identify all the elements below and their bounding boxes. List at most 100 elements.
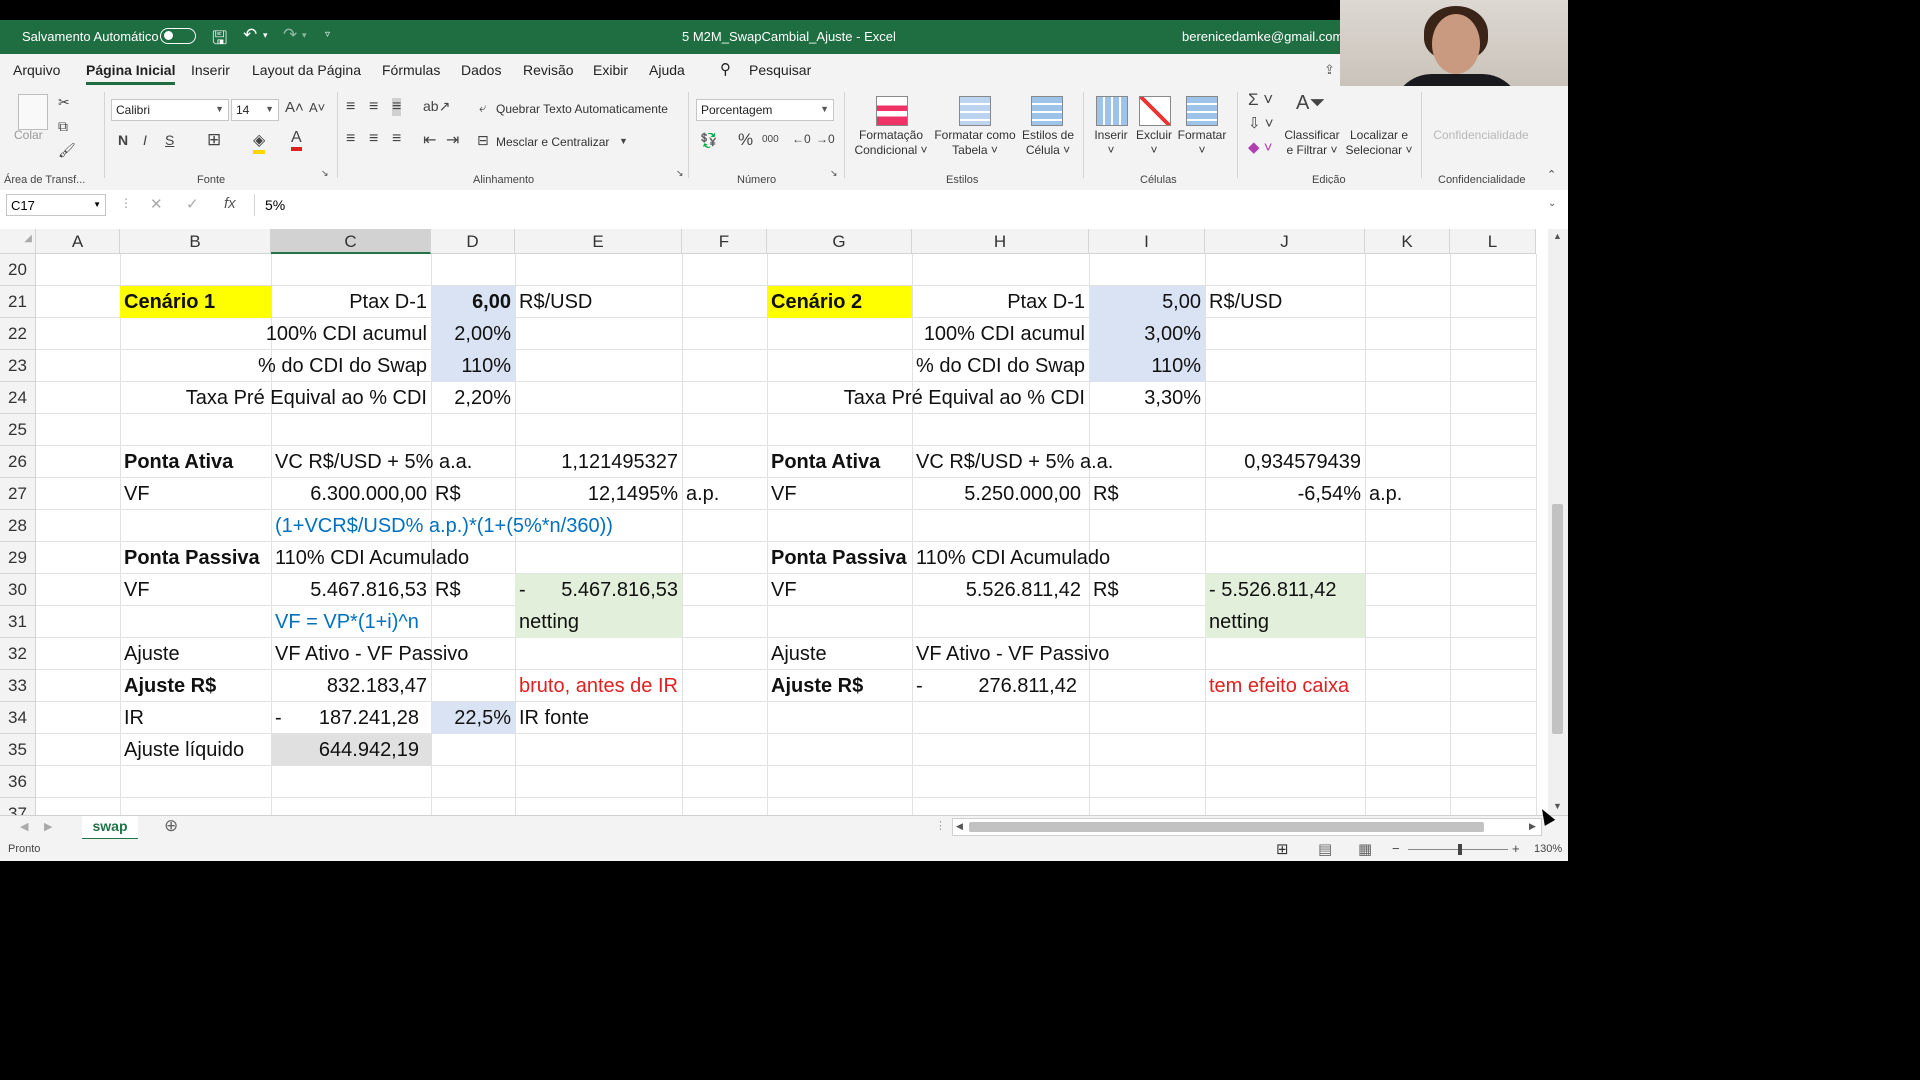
row-header[interactable]: 33 (0, 670, 36, 702)
user-account[interactable]: berenicedamke@gmail.com (1182, 29, 1343, 44)
cell-C24[interactable]: Taxa Pré Equival ao % CDI (120, 382, 431, 414)
decrease-indent-icon[interactable]: ⇤ (423, 130, 436, 150)
page-break-view-icon[interactable]: ▦ (1358, 840, 1372, 858)
column-header[interactable]: B (120, 229, 271, 254)
cell-C21[interactable]: Ptax D-1 (271, 286, 431, 318)
cell-C28[interactable]: (1+VCR$/USD% a.p.)*(1+(5%*n/360)) (271, 510, 681, 542)
cell-B32[interactable]: Ajuste (120, 638, 271, 670)
align-left-icon[interactable]: ≡ (346, 130, 355, 148)
cell-J30[interactable]: - 5.526.811,42 (1205, 574, 1365, 606)
font-color-icon[interactable]: A (291, 129, 302, 151)
fill-icon[interactable]: ⇩ ˅ (1248, 114, 1274, 132)
horizontal-scrollbar[interactable]: ◀ ▶ (952, 818, 1542, 836)
conditional-format-icon[interactable] (876, 96, 908, 126)
column-header[interactable]: I (1089, 229, 1205, 254)
tab-layout[interactable]: Layout da Página (252, 62, 361, 78)
insert-cells-button[interactable]: Inserir ˅ (1090, 128, 1132, 158)
tab-splitter-icon[interactable]: ⋮ (935, 819, 946, 832)
borders-icon[interactable]: ⊞ (207, 130, 221, 150)
chevron-down-icon[interactable]: ▼ (619, 136, 628, 146)
cell-H22[interactable]: 100% CDI acumul (767, 318, 1089, 350)
format-cells-icon[interactable] (1186, 96, 1218, 126)
tab-dados[interactable]: Dados (461, 62, 501, 78)
align-right-icon[interactable]: ≡ (392, 130, 401, 148)
cell-C27[interactable]: 6.300.000,00 (271, 478, 431, 510)
align-top-icon[interactable]: ≡ (346, 98, 355, 116)
cell-J21[interactable]: R$/USD (1205, 286, 1365, 318)
row-header[interactable]: 27 (0, 478, 36, 510)
orientation-icon[interactable]: ab↗ (423, 98, 450, 115)
cell-B21[interactable]: Cenário 1 (120, 286, 271, 318)
cell-J27[interactable]: -6,54% (1205, 478, 1365, 510)
cell-D27[interactable]: R$ (431, 478, 515, 510)
customize-toolbar-icon[interactable]: ▿ (325, 29, 330, 40)
autosave-toggle[interactable] (160, 28, 196, 44)
cell-J26[interactable]: 0,934579439 (1205, 446, 1365, 478)
font-size-combo[interactable]: 14 ▼ (231, 99, 279, 121)
cell-B35[interactable]: Ajuste líquido (120, 734, 271, 766)
enter-icon[interactable]: ✓ (186, 195, 199, 213)
cell-H30[interactable]: 5.526.811,42 (912, 574, 1089, 606)
cell-E26[interactable]: 1,121495327 (515, 446, 682, 478)
cell-G21[interactable]: Cenário 2 (767, 286, 912, 318)
cell-B33[interactable]: Ajuste R$ (120, 670, 271, 702)
format-painter-icon[interactable]: 🖌 (58, 142, 76, 159)
row-header[interactable]: 24 (0, 382, 36, 414)
cell-H27[interactable]: 5.250.000,00 (912, 478, 1089, 510)
row-header[interactable]: 31 (0, 606, 36, 638)
cell-C35[interactable]: 644.942,19 (271, 734, 431, 766)
bold-icon[interactable]: N (118, 132, 128, 148)
cell-F27[interactable]: a.p. (682, 478, 767, 510)
row-header[interactable]: 36 (0, 766, 36, 798)
scroll-right-icon[interactable]: ▶ (1529, 821, 1536, 832)
cell-C32[interactable]: VF Ativo - VF Passivo (271, 638, 515, 670)
cell-H23[interactable]: % do CDI do Swap (767, 350, 1089, 382)
cell-I27[interactable]: R$ (1089, 478, 1205, 510)
conditional-format-button[interactable]: Formatação Condicional ˅ (852, 128, 930, 158)
zoom-level[interactable]: 130% (1534, 843, 1562, 855)
sheet-tab-swap[interactable]: swap (82, 816, 138, 840)
zoom-out-icon[interactable]: − (1392, 841, 1400, 856)
column-header[interactable]: A (36, 229, 120, 254)
cell-C33[interactable]: 832.183,47 (271, 670, 431, 702)
insert-function-icon[interactable]: fx (224, 195, 236, 212)
row-header[interactable]: 28 (0, 510, 36, 542)
delete-cells-button[interactable]: Excluir ˅ (1133, 128, 1175, 158)
formula-input[interactable]: 5% (265, 197, 285, 213)
sort-filter-icon[interactable]: A⏷ (1296, 92, 1325, 115)
cell-C26[interactable]: VC R$/USD + 5% a.a. (271, 446, 515, 478)
row-header[interactable]: 21 (0, 286, 36, 318)
cell-B29[interactable]: Ponta Passiva (120, 542, 271, 574)
cell-B26[interactable]: Ponta Ativa (120, 446, 271, 478)
sort-filter-button[interactable]: Classificar e Filtrar ˅ (1282, 128, 1342, 158)
cell-E27[interactable]: 12,1495% (515, 478, 682, 510)
font-name-combo[interactable]: Calibri ▼ (111, 99, 229, 121)
name-box[interactable]: C17 ▼ (6, 194, 106, 216)
thousands-icon[interactable]: 000 (762, 134, 779, 145)
cell-H24[interactable]: Taxa Pré Equival ao % CDI (767, 382, 1089, 414)
horizontal-scroll-thumb[interactable] (969, 822, 1484, 832)
font-dialog-launcher-icon[interactable]: ↘ (321, 168, 329, 179)
cell-G26[interactable]: Ponta Ativa (767, 446, 912, 478)
wrap-text-icon[interactable]: ⤶ (479, 100, 486, 116)
column-header[interactable]: H (912, 229, 1089, 254)
alignment-dialog-launcher-icon[interactable]: ↘ (676, 168, 684, 179)
cell-I30[interactable]: R$ (1089, 574, 1205, 606)
cell-D24[interactable]: 2,20% (431, 382, 515, 414)
cell-D30[interactable]: R$ (431, 574, 515, 606)
fill-color-icon[interactable]: ◈ (253, 130, 266, 154)
cell-I22[interactable]: 3,00% (1089, 318, 1205, 350)
cell-C31[interactable]: VF = VP*(1+i)^n (271, 606, 515, 638)
format-table-button[interactable]: Formatar como Tabela ˅ (930, 128, 1020, 158)
cell-C23[interactable]: % do CDI do Swap (120, 350, 431, 382)
column-header-selected[interactable]: C (271, 229, 431, 254)
row-header[interactable]: 22 (0, 318, 36, 350)
cell-C34[interactable]: - 187.241,28 (271, 702, 431, 734)
clear-icon[interactable]: ◆ ˅ (1248, 138, 1272, 156)
row-header[interactable]: 29 (0, 542, 36, 574)
find-select-button[interactable]: Localizar e Selecionar ˅ (1344, 128, 1414, 158)
tab-ajuda[interactable]: Ajuda (649, 62, 685, 78)
redo-dropdown-icon[interactable]: ▾ (302, 30, 307, 41)
cell-C30[interactable]: 5.467.816,53 (271, 574, 431, 606)
cell-H33[interactable]: - 276.811,42 (912, 670, 1089, 702)
